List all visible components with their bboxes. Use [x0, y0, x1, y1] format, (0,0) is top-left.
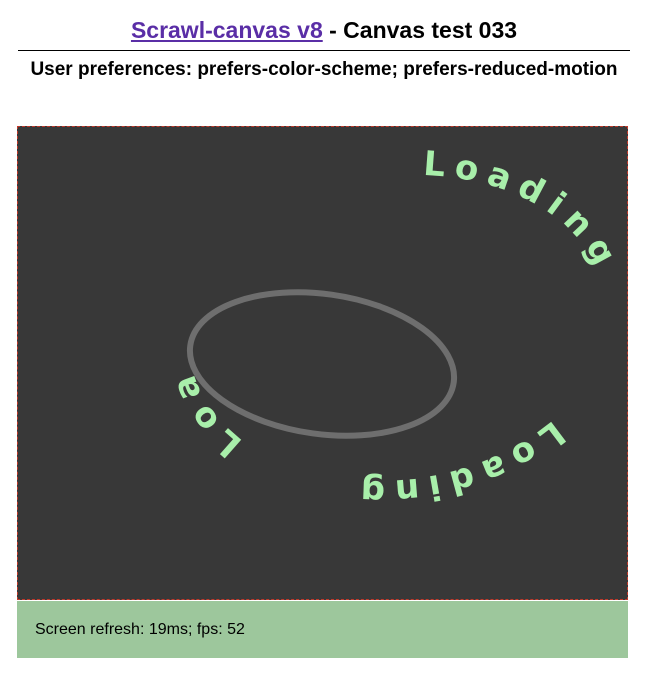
loading-label-top: Loading — [422, 144, 627, 279]
page: Scrawl-canvas v8 - Canvas test 033 User … — [0, 0, 648, 678]
page-subtitle: User preferences: prefers-color-scheme; … — [30, 59, 618, 80]
status-bar: Screen refresh: 19ms; fps: 52 — [17, 601, 628, 658]
page-title: Scrawl-canvas v8 - Canvas test 033 — [0, 14, 648, 46]
page-title-suffix: - Canvas test 033 — [322, 17, 518, 43]
scrawl-canvas-link[interactable]: Scrawl-canvas v8 — [131, 17, 323, 43]
demo-canvas[interactable]: Loading Loading Loading — [17, 126, 628, 600]
title-divider — [18, 50, 630, 51]
canvas-drawing: Loading Loading Loading — [18, 127, 627, 512]
loading-label-bottom: Loading — [351, 413, 572, 512]
loading-label-left: Loading — [18, 127, 249, 465]
